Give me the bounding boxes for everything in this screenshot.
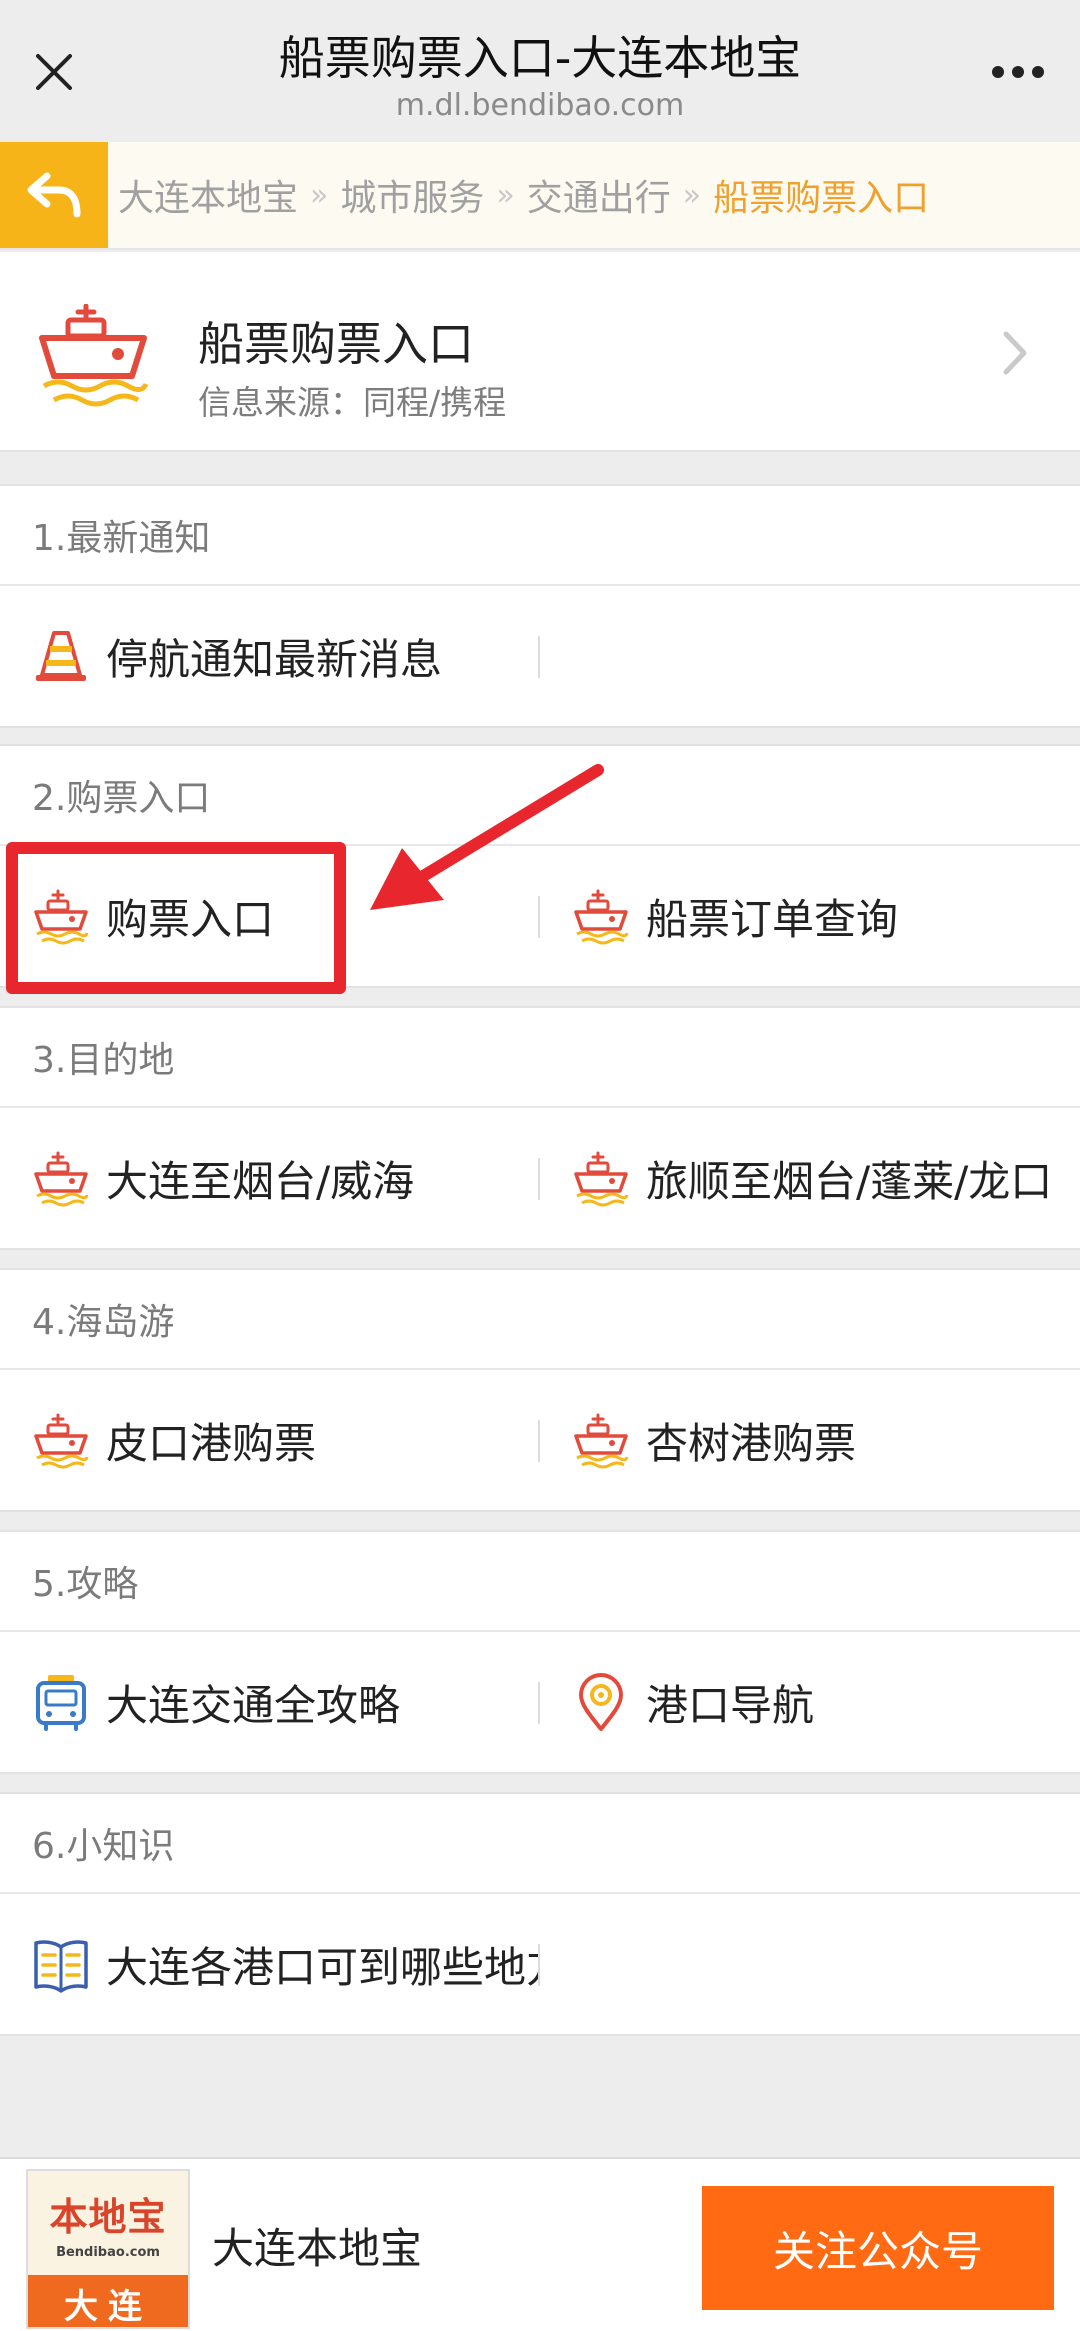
- bus-icon: [32, 1673, 90, 1731]
- pointer-arrow-icon: [370, 764, 604, 910]
- logo-top: 本地宝 Bendibao.com: [28, 2171, 188, 2275]
- topic-title: 船票购票入口: [198, 317, 474, 371]
- topic-header-card[interactable]: 船票购票入口 信息来源：同程/携程: [0, 252, 1080, 452]
- breadcrumb-item-current: 船票购票入口: [713, 178, 930, 219]
- ship-icon: [32, 1411, 90, 1469]
- empty-cell: [540, 586, 1080, 726]
- section-latest-notice: 1.最新通知 停航通知最新消息: [0, 484, 1080, 728]
- section-row: 停航通知最新消息: [0, 586, 1080, 726]
- account-logo: 本地宝 Bendibao.com 大连: [26, 2169, 190, 2329]
- section-heading: 3.目的地: [0, 1008, 1080, 1108]
- section-row: 大连交通全攻略 港口导航: [0, 1632, 1080, 1772]
- chevron-right-icon: [1003, 331, 1027, 375]
- breadcrumb-separator: »: [682, 177, 702, 213]
- link-label: 停航通知最新消息: [106, 634, 443, 684]
- breadcrumb-item-transport[interactable]: 交通出行: [527, 169, 671, 221]
- section-heading: 6.小知识: [0, 1794, 1080, 1894]
- highlight-box: [6, 842, 346, 994]
- link-xingshu-port[interactable]: 杏树港购票: [540, 1370, 1080, 1510]
- link-label: 船票订单查询: [646, 894, 899, 944]
- breadcrumb-separator: »: [496, 177, 515, 213]
- empty-cell: [540, 1894, 1080, 2034]
- logo-domain: Bendibao.com: [56, 2245, 160, 2260]
- section-island-tour: 4.海岛游 皮口港购票 杏树港购票: [0, 1268, 1080, 1512]
- section-row: 大连至烟台/威海 旅顺至烟台/蓬莱/龙口: [0, 1108, 1080, 1248]
- link-label: 大连各港口可到哪些地方: [106, 1942, 540, 1992]
- title-bar: 船票购票入口-大连本地宝 m.dl.bendibao.com: [0, 0, 1080, 142]
- ship-icon: [572, 1149, 630, 1207]
- link-label: 皮口港购票: [106, 1418, 317, 1468]
- link-label: 杏树港购票: [646, 1418, 857, 1468]
- book-icon: [32, 1935, 90, 1993]
- back-button[interactable]: [0, 142, 108, 248]
- section-heading: 5.攻略: [0, 1532, 1080, 1632]
- account-name: 大连本地宝: [212, 2224, 423, 2273]
- link-label: 旅顺至烟台/蓬莱/龙口: [646, 1156, 1053, 1206]
- link-order-query[interactable]: 船票订单查询: [540, 846, 1080, 986]
- topic-source: 信息来源：同程/携程: [198, 383, 507, 422]
- link-dalian-transport-guide[interactable]: 大连交通全攻略: [0, 1632, 540, 1772]
- section-row: 大连各港口可到哪些地方: [0, 1894, 1080, 2034]
- section-tips: 6.小知识 大连各港口可到哪些地方: [0, 1792, 1080, 2036]
- traffic-cone-icon: [32, 627, 90, 685]
- link-port-navigation[interactable]: 港口导航: [540, 1632, 1080, 1772]
- logo-name: 本地宝: [49, 2195, 167, 2239]
- link-label: 大连交通全攻略: [106, 1680, 401, 1730]
- link-pikou-port[interactable]: 皮口港购票: [0, 1370, 540, 1510]
- ship-icon: [39, 304, 149, 407]
- more-options-icon[interactable]: [978, 40, 1058, 104]
- breadcrumb-item-city-services[interactable]: 城市服务: [340, 169, 484, 221]
- link-label: 港口导航: [646, 1680, 815, 1730]
- breadcrumb: 大连本地宝 » 城市服务 » 交通出行 » 船票购票入口: [118, 142, 929, 248]
- footer-bar: 本地宝 Bendibao.com 大连 大连本地宝 关注公众号: [0, 2157, 1080, 2331]
- map-pin-icon: [572, 1673, 630, 1731]
- breadcrumb-item-home[interactable]: 大连本地宝: [118, 169, 298, 221]
- logo-city: 大连: [28, 2275, 188, 2327]
- section-heading: 4.海岛游: [0, 1270, 1080, 1370]
- link-dalian-yantai-weihai[interactable]: 大连至烟台/威海: [0, 1108, 540, 1248]
- page-title: 船票购票入口-大连本地宝: [278, 31, 802, 85]
- back-arrow-icon: [27, 172, 81, 218]
- close-icon[interactable]: [22, 40, 86, 104]
- ship-icon: [32, 1149, 90, 1207]
- link-suspension-notice[interactable]: 停航通知最新消息: [0, 586, 540, 726]
- ship-icon: [572, 1411, 630, 1469]
- breadcrumb-bar: 大连本地宝 » 城市服务 » 交通出行 » 船票购票入口: [0, 142, 1080, 250]
- link-label: 大连至烟台/威海: [106, 1156, 415, 1206]
- section-guides: 5.攻略 大连交通全攻略 港口导航: [0, 1530, 1080, 1774]
- section-heading: 1.最新通知: [0, 486, 1080, 586]
- follow-account-button[interactable]: 关注公众号: [702, 2186, 1054, 2310]
- section-row: 皮口港购票 杏树港购票: [0, 1370, 1080, 1510]
- link-lvshun-yantai-penglai-longkou[interactable]: 旅顺至烟台/蓬莱/龙口: [540, 1108, 1080, 1248]
- section-destinations: 3.目的地 大连至烟台/威海 旅顺至烟台/蓬莱/龙口: [0, 1006, 1080, 1250]
- link-port-destinations[interactable]: 大连各港口可到哪些地方: [0, 1894, 540, 2034]
- breadcrumb-separator: »: [310, 177, 329, 213]
- page-url: m.dl.bendibao.com: [395, 88, 685, 123]
